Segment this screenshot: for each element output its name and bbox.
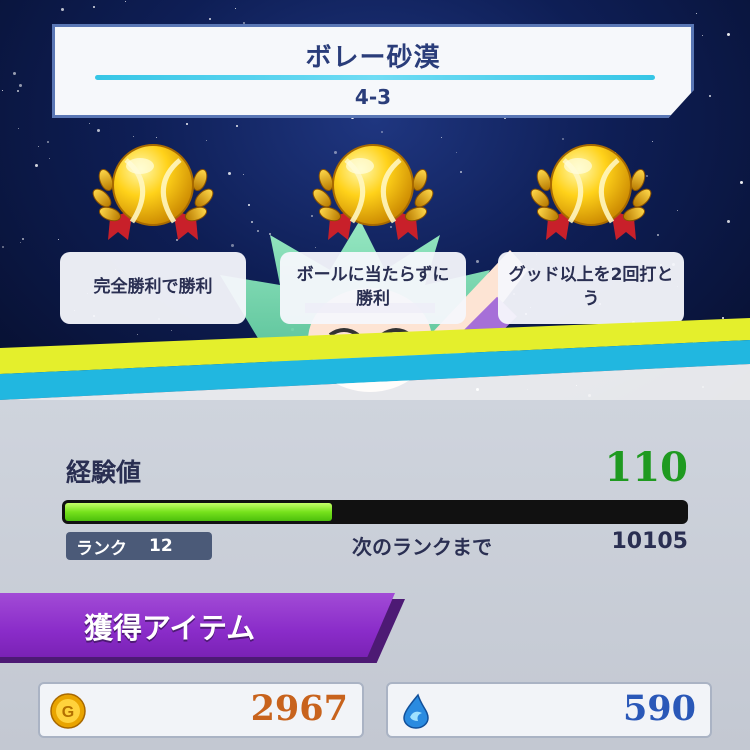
- mission-label: ボールに当たらずに勝利: [280, 252, 466, 324]
- star: [49, 158, 50, 159]
- gold-tennis-ball-medal-icon: [88, 140, 218, 250]
- star: [20, 242, 21, 243]
- mission-label: 完全勝利で勝利: [60, 252, 246, 324]
- star: [696, 13, 697, 14]
- stage-number: 4-3: [354, 85, 392, 109]
- mission-3: グッド以上を2回打とう: [496, 140, 686, 330]
- star: [441, 137, 442, 138]
- stage-title: ボレー砂漠: [305, 43, 441, 73]
- star: [97, 129, 100, 132]
- gold-tennis-ball-medal-icon: [526, 140, 656, 250]
- star: [22, 238, 24, 240]
- rank-label: ランク: [76, 538, 127, 559]
- star: [709, 95, 711, 97]
- star: [243, 22, 245, 24]
- experience-value: 110: [604, 444, 689, 491]
- mission-label: グッド以上を2回打とう: [498, 252, 684, 324]
- coins-value: 2967: [250, 688, 348, 729]
- star: [125, 1, 126, 2]
- star: [727, 33, 730, 36]
- gold-tennis-ball-medal-icon: [308, 140, 438, 250]
- obtained-items-heading: 獲得アイテム: [84, 611, 256, 645]
- gems-reward-box: 590: [386, 682, 712, 738]
- star: [133, 136, 134, 137]
- star: [38, 146, 39, 147]
- star: [156, 137, 157, 138]
- star: [35, 164, 38, 167]
- mission-1: 完全勝利で勝利: [58, 140, 248, 330]
- star: [236, 125, 238, 127]
- experience-label: 経験値: [66, 458, 142, 487]
- star: [47, 141, 49, 143]
- next-rank-label: 次のランクまで: [352, 535, 492, 559]
- star: [93, 6, 95, 8]
- obtained-items-banner: 獲得アイテム: [0, 593, 405, 663]
- experience-progress-bar: [62, 500, 688, 524]
- star: [2, 246, 4, 248]
- star: [702, 35, 703, 36]
- svg-text:G: G: [62, 704, 74, 721]
- next-rank-value: 10105: [611, 529, 688, 554]
- star: [18, 128, 19, 129]
- star: [209, 18, 211, 20]
- coins-reward-box: G 2967: [38, 682, 364, 738]
- star: [248, 204, 250, 206]
- star: [19, 84, 22, 87]
- star: [2, 90, 3, 91]
- star: [61, 8, 64, 11]
- gold-coin-icon: G: [50, 693, 86, 729]
- star: [235, 8, 236, 9]
- star: [740, 181, 743, 184]
- star: [17, 90, 19, 92]
- star: [13, 72, 16, 75]
- rank-badge: ランク 12: [66, 532, 212, 560]
- star: [381, 131, 383, 133]
- star: [727, 220, 730, 223]
- stage-header-panel: ボレー砂漠 4-3: [52, 24, 694, 118]
- star: [186, 123, 188, 125]
- experience-progress-fill: [65, 503, 332, 521]
- blue-water-drop-icon: [403, 693, 429, 729]
- gems-value: 590: [622, 688, 696, 729]
- mission-2: ボールに当たらずに勝利: [278, 140, 468, 330]
- header-divider: [95, 75, 655, 80]
- rank-value: 12: [149, 536, 173, 556]
- star: [89, 123, 90, 124]
